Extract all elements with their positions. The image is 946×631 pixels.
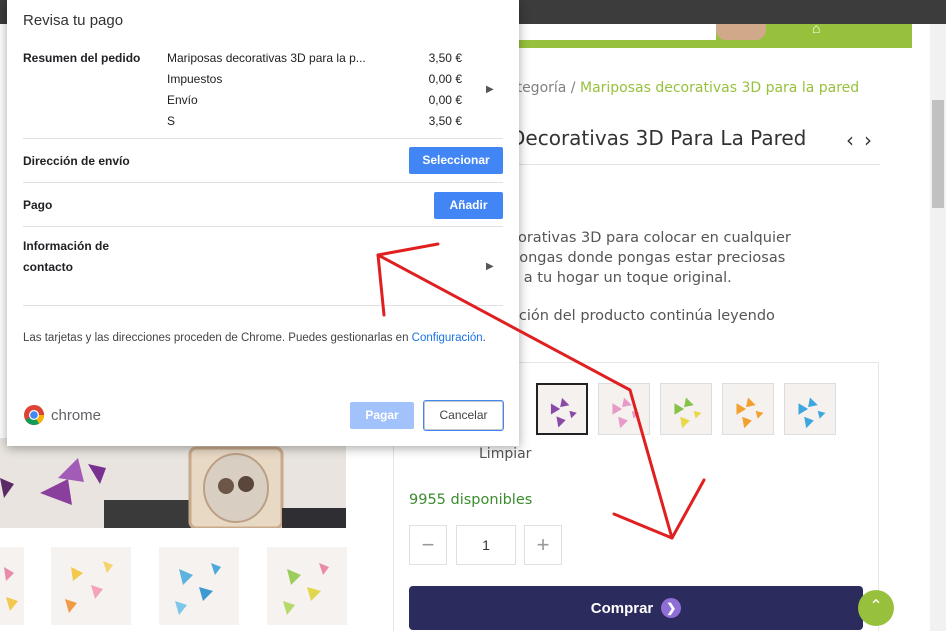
swatch-blue[interactable]: [784, 383, 836, 435]
stock-status: 9955 disponibles: [409, 492, 533, 508]
product-thumbnail[interactable]: [51, 547, 131, 625]
expand-summary-icon[interactable]: ▶: [486, 84, 494, 95]
swatch-orange[interactable]: [722, 383, 774, 435]
product-main-image[interactable]: [0, 438, 346, 528]
product-title: Decorativas 3D Para La Pared: [510, 126, 807, 150]
product-description-more: ación del producto continúa leyendo: [510, 308, 775, 324]
pay-button[interactable]: Pagar: [350, 402, 414, 429]
chrome-logo: chrome: [23, 404, 101, 426]
dialog-footer-text: Las tarjetas y las direcciones proceden …: [23, 332, 486, 344]
product-thumbnail[interactable]: [267, 547, 347, 625]
quantity-decrease-button[interactable]: −: [409, 525, 447, 565]
title-divider: [508, 164, 880, 165]
scroll-to-top-button[interactable]: ⌃: [858, 590, 894, 626]
divider: [23, 182, 503, 183]
divider: [23, 138, 503, 139]
previous-product-icon[interactable]: ‹: [846, 128, 854, 152]
page: ⌂ ategoría / Mariposas decorativas 3D pa…: [0, 0, 946, 631]
footer-text: Las tarjetas y las direcciones proceden …: [23, 332, 412, 344]
swatch-green[interactable]: [660, 383, 712, 435]
order-summary-label: Resumen del pedido: [23, 51, 141, 65]
add-payment-button[interactable]: Añadir: [434, 192, 503, 219]
payment-label: Pago: [23, 198, 53, 212]
summary-item-taxes: Impuestos: [167, 72, 223, 86]
product-thumbnail[interactable]: [159, 547, 239, 625]
footer-end: .: [482, 332, 486, 344]
shipping-address-label: Dirección de envío: [23, 154, 130, 168]
clear-selection-link[interactable]: Limpiar: [479, 446, 531, 462]
next-product-icon[interactable]: ›: [864, 128, 872, 152]
buy-button[interactable]: Comprar ❯: [409, 586, 863, 630]
summary-price-product: 3,50 €: [428, 51, 462, 65]
breadcrumb-current: Mariposas decorativas 3D para la pared: [579, 80, 860, 96]
dialog-title: Revisa tu pago: [23, 12, 124, 29]
select-shipping-button[interactable]: Seleccionar: [409, 147, 503, 174]
scrollbar-thumb[interactable]: [932, 100, 944, 208]
swatch-purple[interactable]: [536, 383, 588, 435]
buy-button-label: Comprar: [590, 599, 654, 617]
header-search-area[interactable]: [500, 24, 716, 40]
chevron-up-icon: ⌃: [869, 598, 883, 615]
summary-item-total: S: [167, 114, 176, 128]
chrome-icon: [24, 405, 44, 425]
cancel-button[interactable]: Cancelar: [423, 400, 504, 431]
product-description: corativas 3D para colocar en cualquier p…: [510, 230, 791, 286]
settings-link[interactable]: Configuración: [412, 332, 483, 344]
expand-contact-icon[interactable]: ▶: [486, 261, 494, 272]
summary-price-taxes: 0,00 €: [428, 72, 462, 86]
page-scrollbar[interactable]: [930, 24, 946, 631]
chrome-brand-text: chrome: [51, 406, 102, 424]
summary-item-shipping: Envío: [167, 93, 198, 107]
swatch-pink[interactable]: [598, 383, 650, 435]
summary-item-product: Mariposas decorativas 3D para la p...: [167, 51, 366, 65]
contact-info-label: Información de: [23, 239, 110, 253]
product-nav: ‹ ›: [846, 128, 882, 152]
cart-icon[interactable]: ⌂: [812, 20, 820, 36]
payment-request-dialog: Revisa tu pago Resumen del pedido Maripo…: [7, 0, 519, 446]
summary-price-total: 3,50 €: [428, 114, 462, 128]
quantity-input[interactable]: 1: [456, 525, 516, 565]
quantity-increase-button[interactable]: +: [524, 525, 562, 565]
summary-price-shipping: 0,00 €: [428, 93, 462, 107]
chevron-right-icon: ❯: [661, 598, 682, 618]
header-search-button[interactable]: [716, 24, 766, 40]
breadcrumb: ategoría / Mariposas decorativas 3D para…: [508, 80, 859, 96]
product-thumbnail[interactable]: [0, 547, 24, 625]
contact-info-label-line2: contacto: [23, 260, 74, 274]
divider: [23, 305, 503, 306]
divider: [23, 226, 503, 227]
